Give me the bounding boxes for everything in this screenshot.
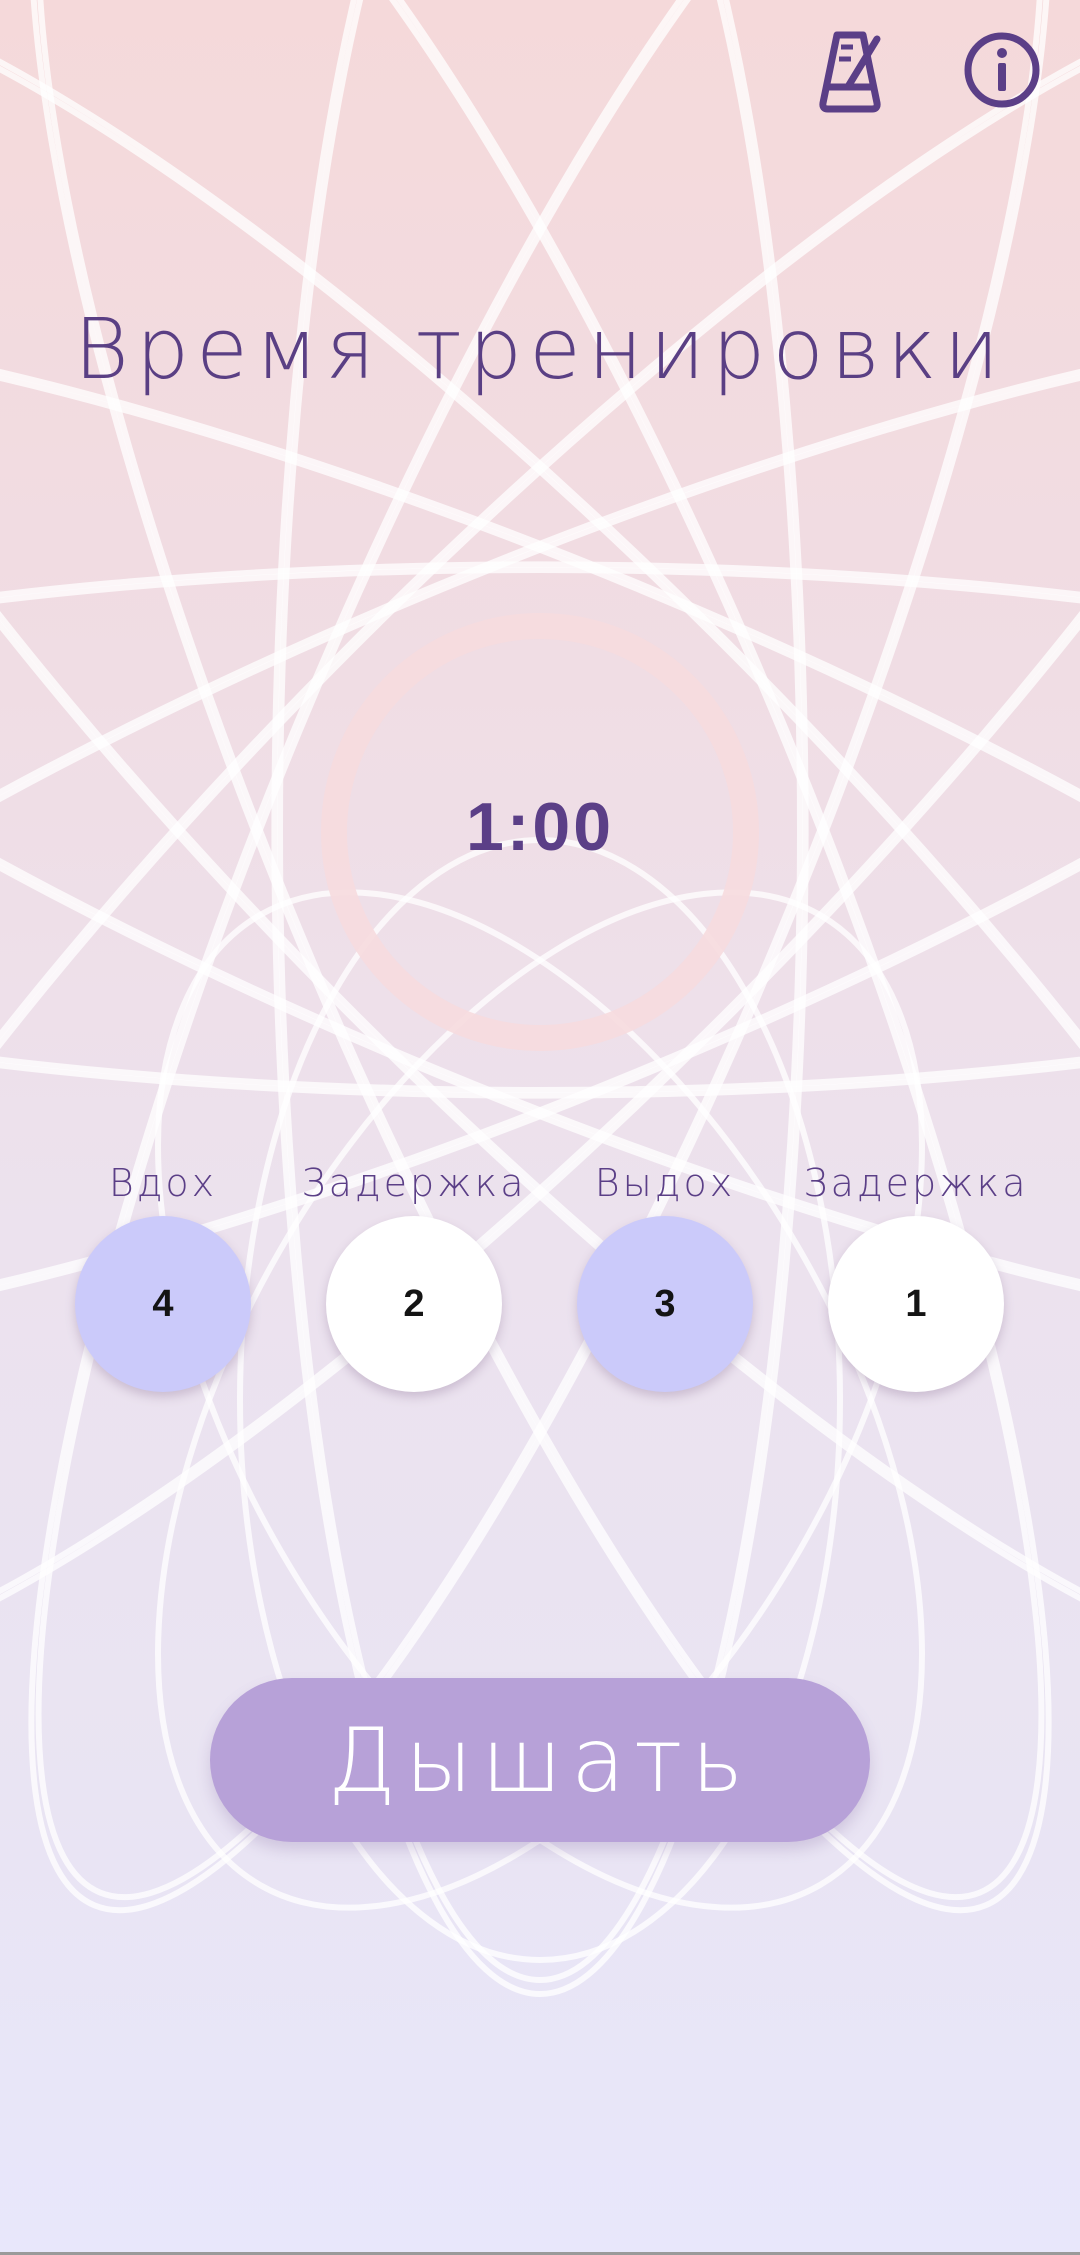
phase-exhale: Выдох 3 xyxy=(540,1158,790,1392)
phase-label-hold-in: Задержка xyxy=(301,1161,527,1205)
metronome-icon xyxy=(819,31,881,113)
phase-hold-out: Задержка 1 xyxy=(791,1158,1041,1392)
hold-in-count-button[interactable]: 2 xyxy=(326,1216,502,1392)
phase-label-exhale: Выдох xyxy=(594,1161,736,1205)
phase-inhale: Вдох 4 xyxy=(38,1158,288,1392)
phase-label-inhale: Вдох xyxy=(108,1161,218,1205)
phase-hold-in: Задержка 2 xyxy=(289,1158,539,1392)
info-icon xyxy=(964,32,1040,108)
breathe-button[interactable]: Дышать xyxy=(210,1678,870,1842)
inhale-count-button[interactable]: 4 xyxy=(75,1216,251,1392)
info-button[interactable] xyxy=(952,20,1052,120)
exhale-count-button[interactable]: 3 xyxy=(577,1216,753,1392)
hold-out-count-button[interactable]: 1 xyxy=(828,1216,1004,1392)
page-title: Время тренировки xyxy=(73,300,1007,398)
phase-label-hold-out: Задержка xyxy=(803,1161,1029,1205)
breathe-button-label: Дышать xyxy=(327,1708,753,1812)
timer-value[interactable]: 1:00 xyxy=(0,788,1080,866)
metronome-button[interactable] xyxy=(800,20,900,120)
